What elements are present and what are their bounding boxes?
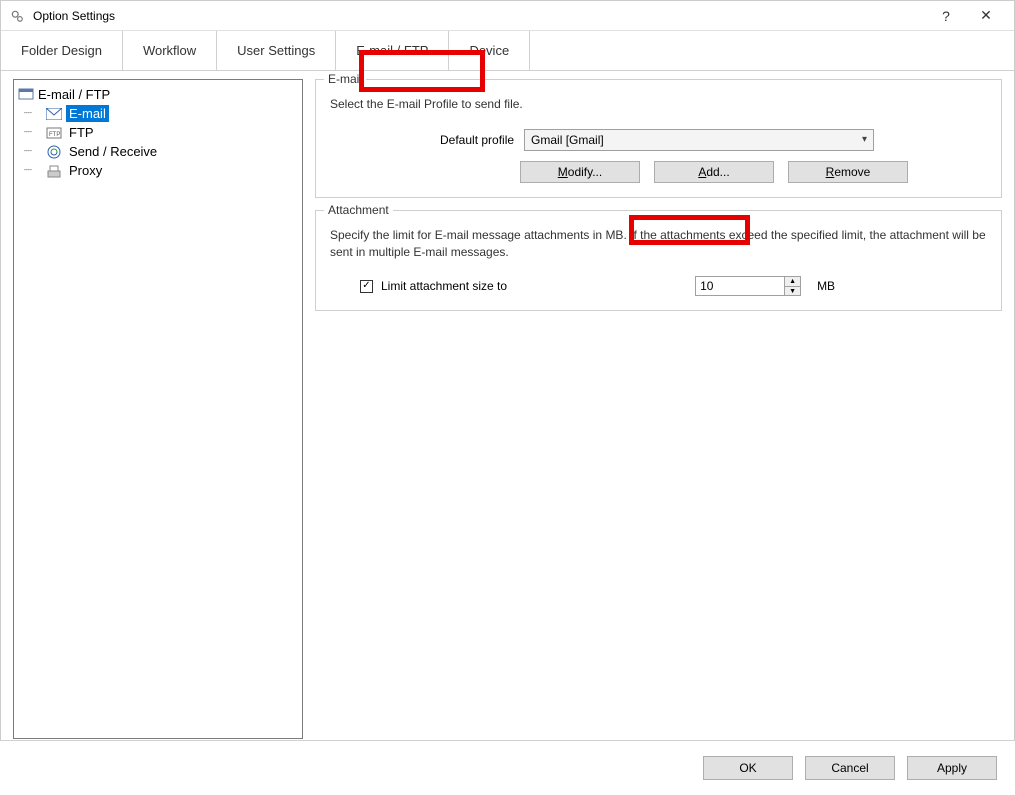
right-pane: E-mail Select the E-mail Profile to send… <box>315 79 1002 739</box>
add-rest: dd... <box>706 165 729 179</box>
tree-item-proxy[interactable]: ┈ Proxy <box>24 161 298 180</box>
ok-button[interactable]: OK <box>703 756 793 780</box>
limit-attachment-checkbox[interactable]: ✓ <box>360 280 373 293</box>
tab-bar: Folder Design Workflow User Settings E-m… <box>1 31 1014 71</box>
tree-item-send-receive[interactable]: ┈ Send / Receive <box>24 142 298 161</box>
default-profile-select[interactable]: Gmail [Gmail] ▾ <box>524 129 874 151</box>
tree-connector: ┈ <box>24 163 42 178</box>
modify-rest: odify... <box>568 165 602 179</box>
content-area: E-mail / FTP ┈ E-mail ┈ FTP FTP ┈ <box>1 71 1014 739</box>
tree-connector: ┈ <box>24 125 42 140</box>
tree-item-label: Proxy <box>66 162 105 179</box>
tree-item-label: FTP <box>66 124 97 141</box>
tab-folder-design[interactable]: Folder Design <box>1 31 123 70</box>
attachment-unit: MB <box>817 279 835 293</box>
attachment-size-input[interactable] <box>695 276 785 296</box>
titlebar: Option Settings ? ✕ <box>1 1 1014 31</box>
email-description: Select the E-mail Profile to send file. <box>330 96 987 113</box>
attachment-legend: Attachment <box>324 203 393 217</box>
tree-connector: ┈ <box>24 106 42 121</box>
modify-button[interactable]: Modify... <box>520 161 640 183</box>
limit-attachment-label: Limit attachment size to <box>381 279 507 293</box>
proxy-icon <box>46 163 62 179</box>
remove-rest: emove <box>834 165 870 179</box>
window-title: Option Settings <box>33 9 115 23</box>
tree-connector: ┈ <box>24 144 42 159</box>
profile-button-row: Modify... Add... Remove <box>520 161 987 183</box>
dialog-footer: OK Cancel Apply <box>0 740 1015 795</box>
chevron-down-icon: ▾ <box>862 134 867 145</box>
tab-email-ftp[interactable]: E-mail / FTP <box>336 31 449 70</box>
spinner-up[interactable]: ▲ <box>785 277 800 287</box>
tree-root[interactable]: E-mail / FTP <box>18 84 298 104</box>
tree-panel: E-mail / FTP ┈ E-mail ┈ FTP FTP ┈ <box>13 79 303 739</box>
ftp-root-icon <box>18 86 34 102</box>
attachment-groupbox: Attachment Specify the limit for E-mail … <box>315 210 1002 312</box>
modify-mnemonic: M <box>558 165 568 179</box>
tree-item-ftp[interactable]: ┈ FTP FTP <box>24 123 298 142</box>
attachment-size-spinner: ▲ ▼ <box>695 276 801 296</box>
add-button[interactable]: Add... <box>654 161 774 183</box>
limit-attachment-row: ✓ Limit attachment size to ▲ ▼ MB <box>360 276 987 296</box>
tree-item-label: E-mail <box>66 105 109 122</box>
tab-workflow[interactable]: Workflow <box>123 31 217 70</box>
default-profile-label: Default profile <box>440 133 514 147</box>
email-groupbox: E-mail Select the E-mail Profile to send… <box>315 79 1002 198</box>
apply-button[interactable]: Apply <box>907 756 997 780</box>
spinner-down[interactable]: ▼ <box>785 287 800 296</box>
attachment-description: Specify the limit for E-mail message att… <box>330 227 987 261</box>
svg-text:FTP: FTP <box>49 132 60 138</box>
gear-icon <box>9 8 25 24</box>
close-button[interactable]: ✕ <box>966 1 1006 31</box>
cancel-button[interactable]: Cancel <box>805 756 895 780</box>
tree-root-label: E-mail / FTP <box>38 87 110 102</box>
remove-button[interactable]: Remove <box>788 161 908 183</box>
tab-device[interactable]: Device <box>449 31 530 70</box>
tree-item-label: Send / Receive <box>66 143 160 160</box>
help-button[interactable]: ? <box>926 1 966 31</box>
envelope-icon <box>46 106 62 122</box>
default-profile-row: Default profile Gmail [Gmail] ▾ <box>440 129 987 151</box>
spinner-arrows: ▲ ▼ <box>785 276 801 296</box>
email-legend: E-mail <box>324 72 366 86</box>
ftp-icon: FTP <box>46 125 62 141</box>
default-profile-value: Gmail [Gmail] <box>531 133 604 147</box>
remove-mnemonic: R <box>826 165 835 179</box>
tree-item-email[interactable]: ┈ E-mail <box>24 104 298 123</box>
tab-user-settings[interactable]: User Settings <box>217 31 336 70</box>
send-receive-icon <box>46 144 62 160</box>
